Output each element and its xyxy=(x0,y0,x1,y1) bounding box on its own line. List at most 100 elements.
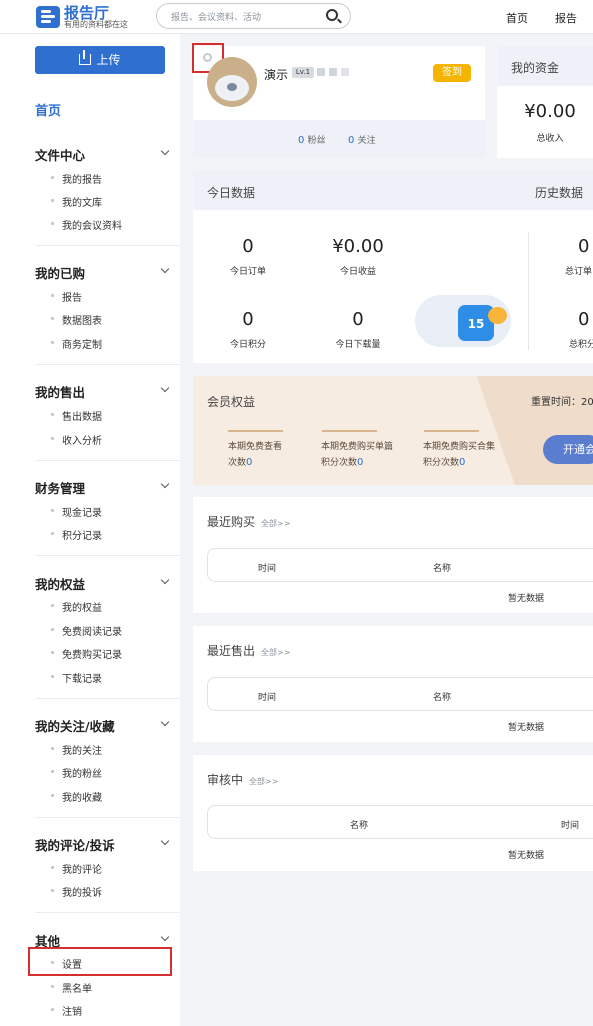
chevron-down-icon[interactable] xyxy=(160,717,170,727)
sidebar-item-blacklist[interactable]: 黑名单 xyxy=(51,980,92,995)
search-input[interactable]: 报告、会议资料、活动 xyxy=(156,3,351,29)
review-panel: 审核中 全部>> 名称 时间 暂无数据 xyxy=(193,755,593,871)
username: 演示 xyxy=(264,68,289,82)
recent-purchase-table-header: 时间 名称 xyxy=(207,548,593,582)
sidebar-item-my-fans[interactable]: 我的粉丝 xyxy=(51,765,102,780)
sidebar-item-sales-data[interactable]: 售出数据 xyxy=(51,408,102,423)
sidebar-item-download-records[interactable]: 下载记录 xyxy=(51,670,102,685)
follow-stat[interactable]: 0 关注 xyxy=(348,133,376,146)
sidebar-item-deregister[interactable]: 注销 xyxy=(51,1003,82,1018)
total-points-label: 总积分 xyxy=(569,340,593,350)
chevron-down-icon[interactable] xyxy=(160,932,170,942)
today-orders-label: 今日订单 xyxy=(229,267,266,277)
benefit-3-line2: 积分次数0 xyxy=(423,457,466,468)
fans-stat[interactable]: 0 粉丝 xyxy=(298,133,326,146)
col-name: 名称 xyxy=(350,821,369,831)
today-orders-value: 0 xyxy=(242,236,254,257)
avatar[interactable] xyxy=(207,57,257,107)
total-orders-label: 总订单 xyxy=(565,267,593,277)
recent-purchase-title: 最近购买 全部>> xyxy=(207,515,291,529)
section-purchased[interactable]: 我的已购 xyxy=(35,263,85,282)
open-membership-button[interactable]: 开通会 xyxy=(543,435,593,464)
badge-icon xyxy=(317,68,325,76)
sidebar-item-free-read-records[interactable]: 免费阅读记录 xyxy=(51,623,122,638)
benefit-1-line2: 次数0 xyxy=(228,457,253,468)
today-points-label: 今日积分 xyxy=(229,340,266,350)
benefit-1-value: 0 xyxy=(246,457,253,468)
recent-purchase-panel: 最近购买 全部>> 时间 名称 暂无数据 xyxy=(193,497,593,613)
chevron-down-icon[interactable] xyxy=(160,383,170,393)
top-header: 报告厅 有用的资料都在这 报告、会议资料、活动 首页 报告 xyxy=(0,0,593,34)
sidebar-item-my-meeting-docs[interactable]: 我的会议资料 xyxy=(51,217,122,232)
benefit-1-line1: 本期免费查看 xyxy=(228,442,283,452)
total-orders-value: 0 xyxy=(578,236,590,257)
sidebar-item-free-buy-records[interactable]: 免费购买记录 xyxy=(51,646,122,661)
today-downloads-value: 0 xyxy=(352,309,364,330)
sidebar-item-my-reports[interactable]: 我的报告 xyxy=(51,171,102,186)
sidebar-item-my-favorites[interactable]: 我的收藏 xyxy=(51,789,102,804)
divider xyxy=(35,364,180,365)
benefit-3-line1: 本期免费购买合集 xyxy=(423,442,496,452)
recent-sales-table-header: 时间 名称 xyxy=(207,677,593,711)
chevron-down-icon[interactable] xyxy=(160,146,170,156)
sidebar-item-cash-records[interactable]: 现金记录 xyxy=(51,504,102,519)
sidebar-item-my-library[interactable]: 我的文库 xyxy=(51,194,102,209)
fans-count: 0 xyxy=(298,135,305,146)
today-downloads-label: 今日下载量 xyxy=(335,340,381,350)
benefit-2-line1: 本期免费购买单篇 xyxy=(321,442,394,452)
profile-stats-bar xyxy=(193,120,485,158)
badge-icon xyxy=(329,68,337,76)
divider xyxy=(35,460,180,461)
calendar-illustration: 15 xyxy=(415,283,511,349)
funds-title: 我的资金 xyxy=(511,61,560,75)
review-empty: 暂无数据 xyxy=(508,851,545,861)
section-file-center[interactable]: 文件中心 xyxy=(35,145,85,164)
divider xyxy=(35,698,180,699)
section-rights[interactable]: 我的权益 xyxy=(35,574,85,593)
sidebar-item-reports[interactable]: 报告 xyxy=(51,289,82,304)
sidebar-item-income-analysis[interactable]: 收入分析 xyxy=(51,432,102,447)
sidebar-item-my-rights[interactable]: 我的权益 xyxy=(51,599,102,614)
site-logo[interactable]: 报告厅 有用的资料都在这 xyxy=(36,4,146,30)
level-badge: Lv.1 xyxy=(292,67,314,78)
col-time: 时间 xyxy=(258,693,277,703)
section-follow-favorites[interactable]: 我的关注/收藏 xyxy=(35,716,115,735)
recent-sales-panel: 最近售出 全部>> 时间 名称 暂无数据 xyxy=(193,626,593,742)
recent-sales-empty: 暂无数据 xyxy=(508,723,545,733)
sidebar-item-my-comments[interactable]: 我的评论 xyxy=(51,861,102,876)
chevron-down-icon[interactable] xyxy=(160,479,170,489)
divider xyxy=(35,817,180,818)
sign-in-button[interactable]: 签到 xyxy=(433,64,471,82)
col-name: 名称 xyxy=(433,564,452,574)
logo-icon xyxy=(36,6,60,28)
recent-purchase-all-link[interactable]: 全部>> xyxy=(261,519,290,528)
nav-reports[interactable]: 报告 xyxy=(555,10,577,26)
divider xyxy=(322,430,377,432)
col-time: 时间 xyxy=(258,564,277,574)
upload-button[interactable]: 上传 xyxy=(35,46,165,74)
sidebar-item-points-records[interactable]: 积分记录 xyxy=(51,527,102,542)
chevron-down-icon[interactable] xyxy=(160,264,170,274)
sidebar-item-business-custom[interactable]: 商务定制 xyxy=(51,336,102,351)
nav-home[interactable]: 首页 xyxy=(506,10,528,26)
member-reset-time: 重置时间：202 xyxy=(531,397,593,408)
today-income-label: 今日收益 xyxy=(339,267,376,277)
divider xyxy=(35,555,180,556)
chevron-down-icon[interactable] xyxy=(160,836,170,846)
review-all-link[interactable]: 全部>> xyxy=(249,777,278,786)
total-points-value: 0 xyxy=(578,309,590,330)
sidebar-item-my-complaints[interactable]: 我的投诉 xyxy=(51,884,102,899)
review-table-header: 名称 时间 xyxy=(207,805,593,839)
sidebar-home[interactable]: 首页 xyxy=(35,100,61,119)
today-income-value: ¥0.00 xyxy=(332,236,384,257)
recent-sales-all-link[interactable]: 全部>> xyxy=(261,648,290,657)
fans-label: 粉丝 xyxy=(307,136,326,146)
sidebar-item-data-charts[interactable]: 数据图表 xyxy=(51,312,102,327)
search-icon[interactable] xyxy=(326,9,338,21)
section-finance[interactable]: 财务管理 xyxy=(35,478,85,497)
chevron-down-icon[interactable] xyxy=(160,575,170,585)
section-sold[interactable]: 我的售出 xyxy=(35,382,85,401)
section-comments-complaints[interactable]: 我的评论/投诉 xyxy=(35,835,115,854)
sidebar-item-my-follows[interactable]: 我的关注 xyxy=(51,742,102,757)
benefit-2-value: 0 xyxy=(357,457,364,468)
